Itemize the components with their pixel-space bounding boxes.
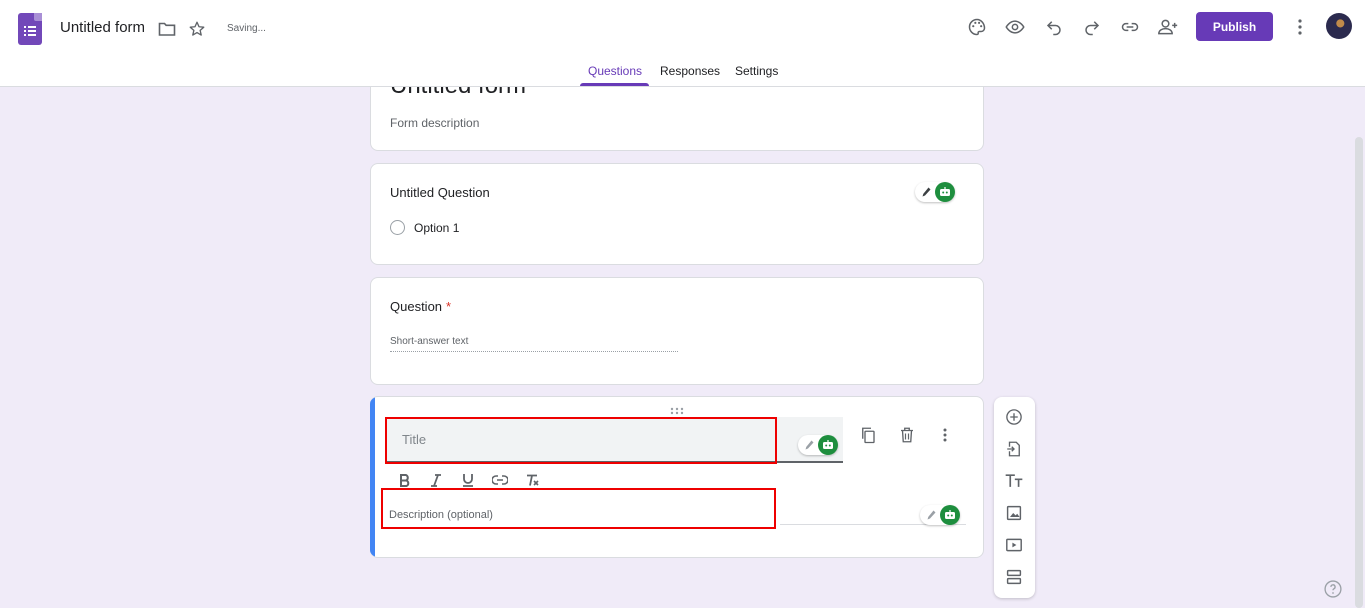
redo-icon[interactable] [1080, 15, 1104, 39]
bot-icon [818, 435, 838, 455]
header-top-bar: Untitled form Saving... [0, 0, 1365, 56]
add-collaborator-icon[interactable] [1156, 15, 1180, 39]
link-icon[interactable] [491, 471, 509, 489]
extension-badge[interactable] [798, 435, 838, 455]
active-tab-indicator [580, 83, 649, 86]
option-label[interactable]: Option 1 [414, 221, 459, 235]
add-question-icon[interactable] [1003, 406, 1025, 428]
bot-icon [940, 505, 960, 525]
preview-eye-icon[interactable] [1003, 15, 1027, 39]
more-vert-icon[interactable] [1288, 15, 1312, 39]
add-title-icon[interactable] [1003, 470, 1025, 492]
scrollbar[interactable] [1355, 137, 1363, 608]
add-video-icon[interactable] [1003, 534, 1025, 556]
form-description-field[interactable]: Form description [390, 116, 479, 130]
move-to-folder-icon[interactable] [156, 18, 178, 40]
tab-questions[interactable]: Questions [588, 64, 642, 78]
app-header: Untitled form Saving... [0, 0, 1365, 87]
avatar[interactable] [1326, 13, 1352, 39]
palette-icon[interactable] [965, 15, 989, 39]
required-mark: * [446, 299, 451, 314]
question-card-2[interactable]: Question * Short-answer text [370, 277, 984, 385]
form-title[interactable]: Untitled form [60, 19, 145, 36]
question-title[interactable]: Untitled Question [390, 185, 490, 200]
question-title[interactable]: Question * [390, 299, 451, 314]
saving-status: Saving... [227, 23, 266, 34]
short-answer-placeholder: Short-answer text [390, 336, 678, 352]
italic-icon[interactable] [427, 471, 445, 489]
radio-option-1[interactable] [390, 220, 405, 235]
publish-button[interactable]: Publish [1196, 12, 1273, 41]
pen-icon [803, 438, 815, 452]
description-highlight-box [381, 488, 776, 529]
undo-icon[interactable] [1042, 15, 1066, 39]
more-vert-icon[interactable] [934, 424, 956, 446]
tab-settings[interactable]: Settings [735, 64, 778, 78]
underline-icon[interactable] [459, 471, 477, 489]
question-title-text: Question [390, 299, 442, 314]
extension-badge[interactable] [915, 182, 955, 202]
pen-icon [920, 185, 932, 199]
add-image-icon[interactable] [1003, 502, 1025, 524]
delete-icon[interactable] [896, 424, 918, 446]
clear-formatting-icon[interactable] [523, 471, 541, 489]
drag-handle-icon[interactable] [670, 402, 684, 412]
help-icon[interactable] [1323, 579, 1343, 599]
tab-bar: Questions Responses Settings [0, 56, 1365, 87]
forms-logo-icon[interactable] [18, 13, 42, 45]
pen-icon [925, 508, 937, 522]
question-card-1[interactable]: Untitled Question Option 1 [370, 163, 984, 265]
title-highlight-box [385, 417, 777, 464]
add-section-icon[interactable] [1003, 566, 1025, 588]
bold-icon[interactable] [396, 471, 414, 489]
tab-responses[interactable]: Responses [660, 64, 720, 78]
duplicate-icon[interactable] [857, 424, 879, 446]
star-icon[interactable] [186, 18, 208, 40]
bot-icon [935, 182, 955, 202]
link-icon[interactable] [1118, 15, 1142, 39]
active-card-indicator [370, 397, 375, 557]
side-toolbar [994, 397, 1035, 598]
extension-badge[interactable] [920, 505, 960, 525]
import-questions-icon[interactable] [1003, 438, 1025, 460]
